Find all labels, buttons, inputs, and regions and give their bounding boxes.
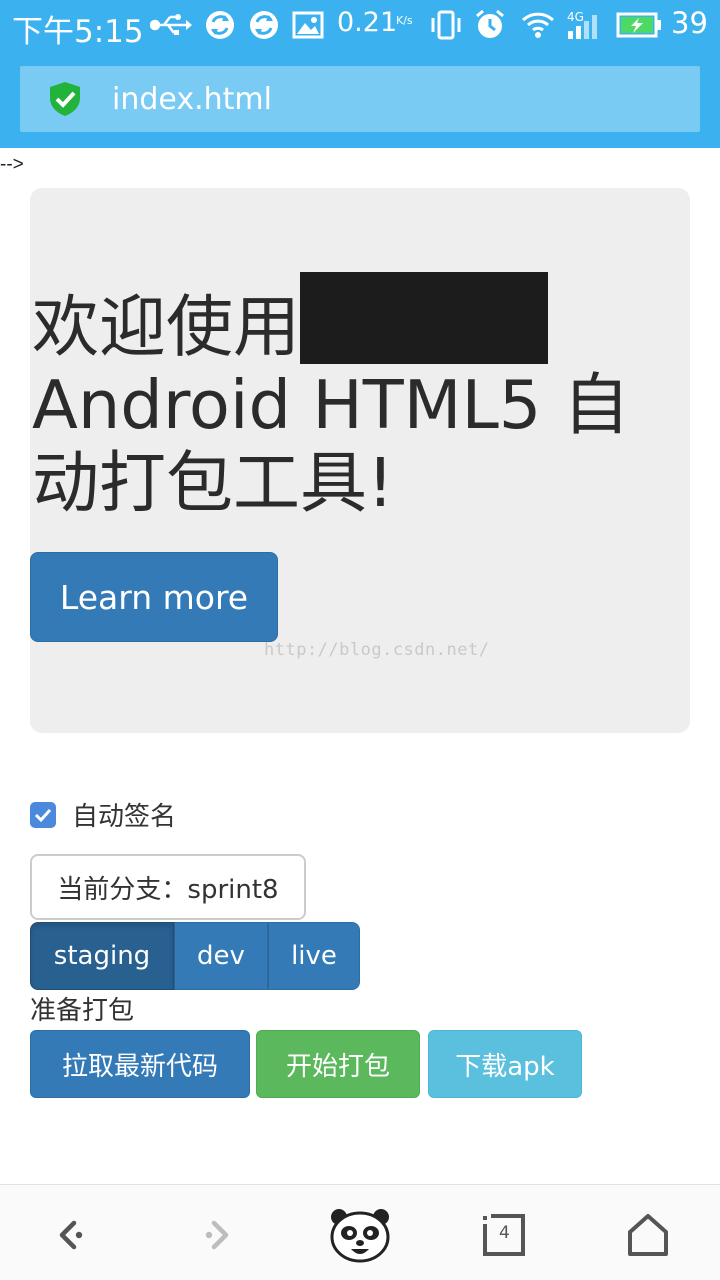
pull-latest-code-button[interactable]: 拉取最新代码 xyxy=(30,1030,250,1098)
back-icon[interactable] xyxy=(38,1203,102,1267)
tabs-icon[interactable]: 4 xyxy=(472,1203,536,1267)
url-bar-container: index.html xyxy=(0,50,720,148)
url-bar[interactable]: index.html xyxy=(20,66,700,132)
current-branch-button[interactable]: 当前分支：sprint8 xyxy=(30,854,306,920)
url-text: index.html xyxy=(112,82,272,117)
screen: 下午5:15 0.21 K/s 4G 39 index.html --> 欢迎使… xyxy=(0,0,720,1280)
env-live-button[interactable]: live xyxy=(268,922,360,990)
sync-icon-2 xyxy=(248,9,280,41)
bottom-nav: 4 xyxy=(0,1184,720,1280)
battery-level: 39 xyxy=(671,6,708,40)
net-speed: 0.21 xyxy=(337,7,398,38)
sync-icon xyxy=(204,9,236,41)
forward-icon[interactable] xyxy=(186,1203,250,1267)
auto-sign-row: 自动签名 xyxy=(30,796,176,833)
vibrate-icon xyxy=(428,9,464,41)
alarm-icon xyxy=(474,9,506,41)
auto-sign-checkbox[interactable] xyxy=(30,801,56,828)
net-speed-unit: K/s xyxy=(396,14,413,27)
start-build-button[interactable]: 开始打包 xyxy=(256,1030,420,1098)
panda-icon[interactable] xyxy=(328,1203,392,1267)
auto-sign-label[interactable]: 自动签名 xyxy=(72,796,176,833)
usb-icon xyxy=(150,9,192,41)
status-time: 下午5:15 xyxy=(12,14,144,50)
learn-more-button[interactable]: Learn more xyxy=(30,552,278,642)
prepare-label: 准备打包 xyxy=(30,996,135,1026)
redacted-block xyxy=(300,272,548,364)
stray-comment-text: --> xyxy=(0,154,24,175)
shield-check-icon xyxy=(48,80,82,122)
env-staging-button[interactable]: staging xyxy=(30,922,174,990)
env-button-group: staging dev live xyxy=(30,922,360,990)
jumbotron-title: 欢迎使用 Android HTML5 自动打包工具! xyxy=(32,272,692,522)
jumbotron: 欢迎使用 Android HTML5 自动打包工具! Learn more htt… xyxy=(30,188,690,733)
wifi-icon xyxy=(520,9,556,41)
title-part2: Android HTML5 自动打包工具! xyxy=(32,366,630,522)
download-apk-button[interactable]: 下载apk xyxy=(428,1030,582,1098)
tabs-count: 4 xyxy=(499,1223,510,1243)
battery-icon xyxy=(616,9,662,41)
checkmark-icon xyxy=(34,808,52,822)
status-bar: 下午5:15 0.21 K/s 4G 39 xyxy=(0,0,720,50)
home-icon[interactable] xyxy=(616,1203,680,1267)
env-dev-button[interactable]: dev xyxy=(174,922,268,990)
image-icon xyxy=(292,9,324,41)
signal-icon xyxy=(566,9,604,41)
title-part1: 欢迎使用 xyxy=(32,288,300,366)
watermark-text: http://blog.csdn.net/ xyxy=(264,640,490,660)
